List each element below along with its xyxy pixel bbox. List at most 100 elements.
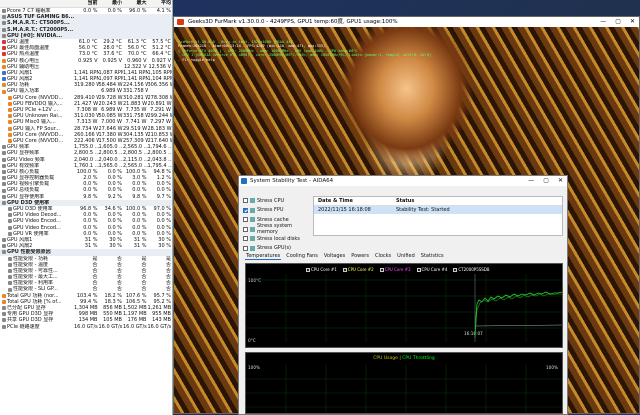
hwinfo-header-row: 当前 最小 最大 平均 — [0, 0, 172, 8]
fan-icon — [2, 70, 6, 75]
thermometer-icon — [2, 40, 6, 45]
lightning-icon — [8, 108, 12, 113]
lightning-icon — [8, 95, 12, 100]
cpu-usage-grid — [246, 365, 562, 413]
sensor-icon — [2, 169, 6, 174]
sensor-min-value: 16.0 GT/s — [98, 323, 123, 330]
maximize-icon[interactable]: ▢ — [615, 17, 621, 27]
tab-clocks[interactable]: Clocks — [374, 253, 392, 260]
stress-option-label: Stress FPU — [257, 207, 284, 214]
hwinfo-col-avg[interactable]: 平均 — [148, 0, 173, 7]
stress-checkbox[interactable] — [243, 236, 248, 242]
sensor-icon — [2, 244, 6, 249]
lightning-icon — [8, 101, 12, 106]
temperature-graph: CPU Core #1 CPU Core #2 CPU Core #3 CPU Cor… — [245, 263, 563, 348]
stress-option[interactable]: Stress local disks — [243, 234, 303, 244]
chip-icon — [2, 250, 6, 255]
sensor-icon — [8, 256, 12, 261]
close-icon[interactable]: ✕ — [630, 17, 635, 27]
aida-logo-icon — [241, 178, 247, 184]
lightning-icon — [2, 58, 6, 63]
lightning-icon — [2, 64, 6, 69]
tab-temperatures[interactable]: Temperatures — [245, 253, 282, 260]
sensor-icon — [2, 324, 6, 329]
sensor-icon — [2, 238, 6, 243]
cpu-usage-graph: CPU Usage | CPU Throttling 100% 100% — [245, 352, 563, 414]
sensor-icon — [8, 287, 12, 292]
stress-option-label: Stress system memory — [257, 223, 293, 236]
sensor-icon — [2, 306, 6, 311]
stress-options-list: Stress CPU Stress FPU Stress cache Stress s… — [243, 196, 303, 253]
sensor-icon — [8, 268, 12, 273]
cpu-temp-series — [474, 291, 562, 339]
maximize-icon[interactable]: ▢ — [543, 176, 549, 186]
stress-option[interactable]: Stress CPU — [243, 196, 303, 206]
sensor-icon — [8, 281, 12, 286]
stress-option-label: Stress local disks — [257, 235, 300, 242]
cpu-usage-plot — [246, 365, 562, 413]
stress-checkbox[interactable] — [243, 198, 248, 204]
chip-icon — [2, 21, 6, 26]
stress-option-label: Stress CPU — [257, 197, 285, 204]
device-icon — [250, 245, 255, 251]
col-status: Status — [396, 198, 415, 204]
furmark-stat-line: - GPU 1 (NVIDIA GeForce RTX 4090) - core… — [178, 53, 432, 58]
sensor-icon — [2, 312, 6, 317]
graph-tabs: Temperatures Cooling Fans Voltages Powers Cl… — [245, 253, 445, 260]
sensor-row[interactable]: PCIe 链路速度 16.0 GT/s 16.0 GT/s 16.0 GT/s 16.0… — [0, 324, 172, 330]
sensor-icon — [2, 194, 6, 199]
sensor-icon — [8, 231, 12, 236]
furmark-stat-line: - F1: toggle help — [178, 57, 215, 62]
tab-cooling-fans[interactable]: Cooling Fans — [285, 253, 319, 260]
hwinfo-sensor-panel[interactable]: 当前 最小 最大 平均 Pcore 7 C7 睡眠率 0.0 % 0.0 % 96.0… — [0, 0, 173, 415]
sensor-icon — [2, 176, 6, 181]
furmark-titlebar[interactable]: Geeks3D FurMark v1.30.0.0 - 4249FPS, GPU… — [174, 17, 639, 27]
furmark-logo-icon — [177, 19, 184, 25]
hwinfo-col-max[interactable]: 最大 — [123, 0, 148, 7]
aida-title: System Stability Test - AIDA64 — [250, 178, 334, 184]
fan-icon — [2, 77, 6, 82]
status-text: Stability Test: Started — [396, 207, 450, 213]
device-icon — [250, 217, 255, 223]
lightning-icon — [2, 293, 6, 298]
sensor-icon — [8, 262, 12, 267]
stress-option[interactable]: Stress GPU(s) — [243, 244, 303, 254]
hwinfo-sensor-list: Pcore 7 C7 睡眠率 0.0 % 0.0 % 96.0 % 4.1 % ASUS … — [0, 8, 172, 330]
sensor-max-value: 16.0 GT/s — [123, 323, 147, 330]
furmark-stats-overlay: FurMark v1.30.0.0 - Burn-in test, 1920x1… — [178, 40, 431, 62]
minimize-icon[interactable]: — — [600, 17, 606, 27]
stress-checkbox[interactable] — [243, 226, 248, 232]
tab-unified[interactable]: Unified — [396, 253, 416, 260]
hwinfo-col-current[interactable]: 当前 — [74, 0, 99, 7]
stress-option-label: Stress GPU(s) — [257, 245, 292, 252]
status-row[interactable]: 2022/11/15 16:18:08 Stability Test: Star… — [314, 206, 562, 214]
stress-checkbox[interactable] — [243, 217, 248, 223]
sensor-icon — [8, 219, 12, 224]
status-table: Date & Time Status 2022/11/15 16:18:08 S… — [313, 196, 563, 236]
sensor-current-value: 16.0 GT/s — [74, 323, 98, 330]
hwinfo-col-sensor[interactable] — [0, 0, 74, 7]
tab-voltages[interactable]: Voltages — [323, 253, 346, 260]
sensor-name-cell: PCIe 链路速度 — [0, 324, 74, 330]
thermometer-icon — [2, 52, 6, 57]
stress-checkbox[interactable] — [243, 245, 248, 251]
device-icon — [250, 198, 255, 204]
aida-titlebar[interactable]: System Stability Test - AIDA64 — ▢ ✕ — [239, 176, 567, 186]
sensor-icon — [2, 145, 6, 150]
stress-checkbox[interactable] — [243, 207, 248, 213]
tab-statistics[interactable]: Statistics — [420, 253, 445, 260]
aida64-stability-window[interactable]: System Stability Test - AIDA64 — ▢ ✕ Str… — [238, 175, 568, 415]
chip-icon — [2, 33, 6, 38]
sensor-icon — [2, 9, 6, 14]
chip-icon — [2, 200, 6, 205]
stress-option[interactable]: Stress system memory — [243, 223, 303, 236]
tab-powers[interactable]: Powers — [350, 253, 370, 260]
lightning-icon — [8, 139, 12, 144]
close-icon[interactable]: ✕ — [558, 176, 563, 186]
hwinfo-col-min[interactable]: 最小 — [99, 0, 124, 7]
stress-option[interactable]: Stress FPU — [243, 206, 303, 216]
lightning-icon — [8, 120, 12, 125]
ssd-temp-series — [474, 324, 562, 327]
lightning-icon — [2, 89, 6, 94]
minimize-icon[interactable]: — — [528, 176, 534, 186]
